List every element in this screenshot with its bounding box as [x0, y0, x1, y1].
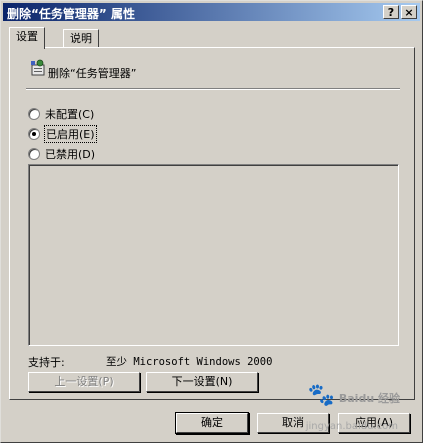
tab-explain[interactable]: 说明 — [63, 29, 99, 47]
option-not-configured-label: 未配置(C) — [45, 108, 95, 121]
option-enabled[interactable]: 已启用(E) — [28, 125, 97, 143]
watermark-url: jingyan.baidu.com — [305, 421, 398, 432]
help-icon[interactable]: ? — [383, 5, 399, 19]
option-not-configured[interactable]: 未配置(C) — [28, 106, 94, 122]
supported-on-label: 支持于: — [28, 356, 65, 369]
properties-dialog: 删除“任务管理器” 属性 ? × 设置 说明 删除“任务管理器” 未配置(C) … — [0, 0, 423, 443]
option-enabled-label: 已启用(E) — [44, 125, 97, 143]
option-disabled-label: 已禁用(D) — [45, 148, 96, 161]
window-title: 删除“任务管理器” 属性 — [7, 7, 135, 21]
value-area — [28, 164, 399, 346]
title-bar[interactable]: 删除“任务管理器” 属性 ? × — [3, 3, 420, 21]
option-disabled[interactable]: 已禁用(D) — [28, 146, 95, 162]
ok-button[interactable]: 确定 — [176, 413, 248, 433]
paw-icon: 🐾 — [307, 383, 336, 408]
policy-name: 删除“任务管理器” — [48, 67, 137, 80]
group-policy-setting-icon — [31, 59, 45, 76]
radio-disabled[interactable] — [28, 148, 40, 160]
baidu-watermark: 🐾 Baidu 经验 — [308, 383, 400, 408]
settings-panel: 删除“任务管理器” 未配置(C) 已启用(E) 已禁用(D) 支持于: 至少 M… — [9, 47, 415, 400]
close-icon[interactable]: × — [401, 5, 417, 19]
supported-on-value: 至少 Microsoft Windows 2000 — [106, 356, 273, 368]
separator — [26, 88, 400, 90]
radio-not-configured[interactable] — [28, 108, 40, 120]
radio-enabled[interactable] — [28, 128, 40, 140]
next-setting-button[interactable]: 下一设置(N) — [146, 372, 258, 392]
prev-setting-button[interactable]: 上一设置(P) — [28, 372, 140, 392]
watermark-brand: Baidu 经验 — [338, 392, 400, 405]
tab-settings[interactable]: 设置 — [9, 27, 45, 49]
